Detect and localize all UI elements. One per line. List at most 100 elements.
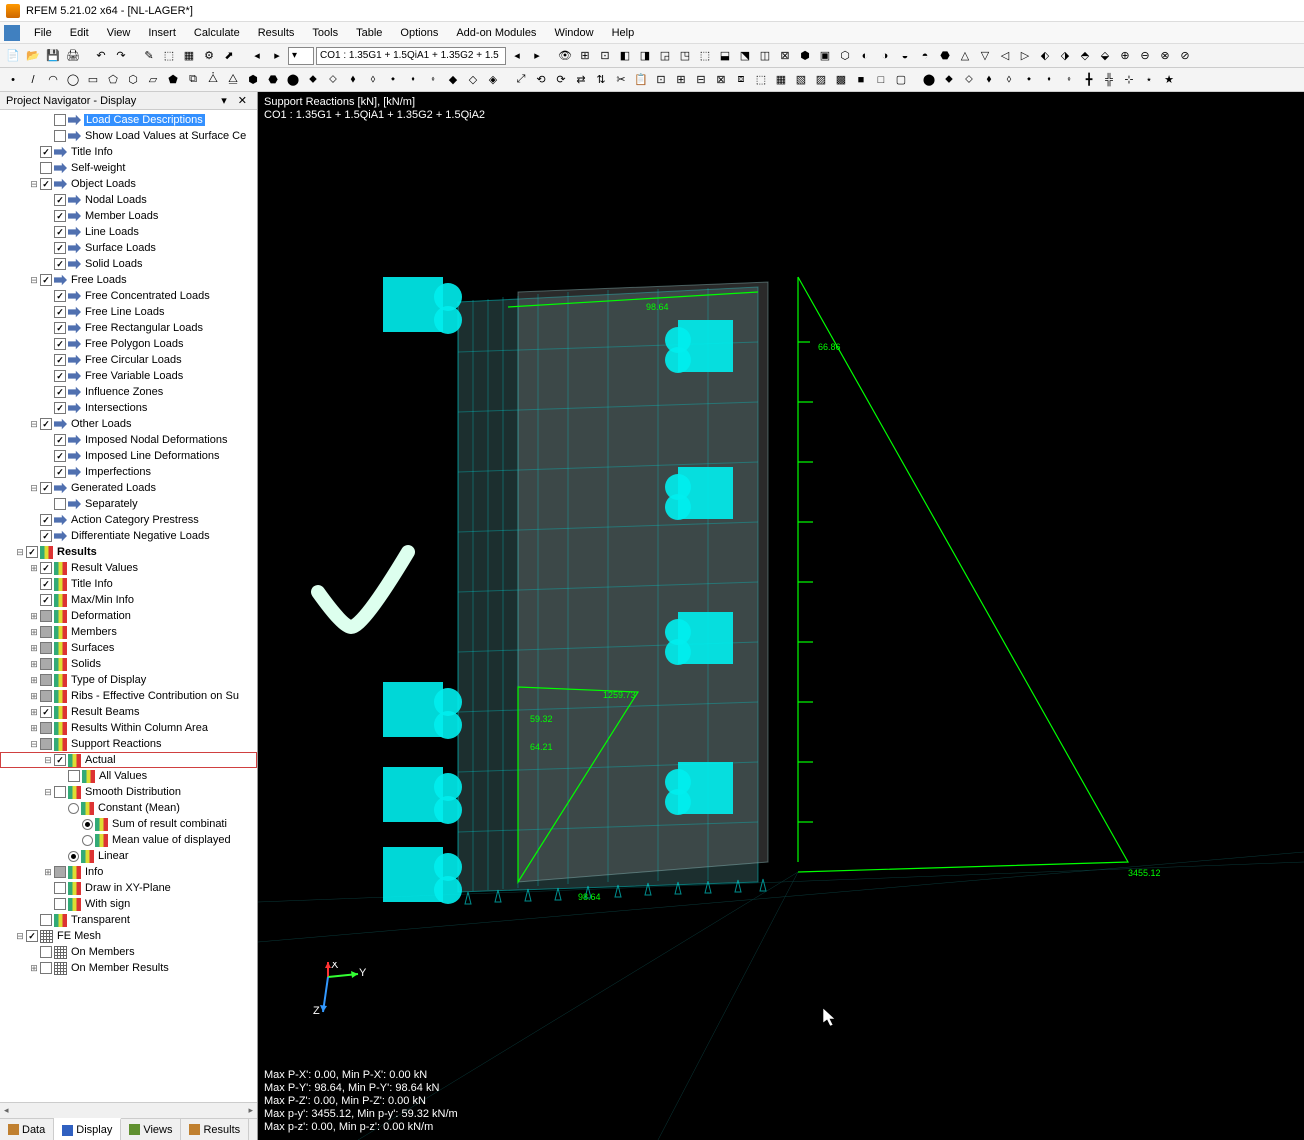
tb-view-icon[interactable]: ▷	[1016, 47, 1034, 65]
menu-tools[interactable]: Tools	[304, 25, 346, 41]
tree-checkbox[interactable]	[40, 914, 52, 926]
tree-row[interactable]: ⊞Type of Display	[0, 672, 257, 688]
tree-expander-icon[interactable]: ⊞	[28, 611, 40, 622]
tb-view-icon[interactable]: ⊖	[1136, 47, 1154, 65]
tree-checkbox[interactable]	[54, 258, 66, 270]
tb-view-icon[interactable]: ⬢	[796, 47, 814, 65]
tree-row[interactable]: ⊞Results Within Column Area	[0, 720, 257, 736]
menu-calculate[interactable]: Calculate	[186, 25, 248, 41]
menu-results[interactable]: Results	[250, 25, 303, 41]
tree-expander-icon[interactable]: ⊞	[28, 563, 40, 574]
menu-table[interactable]: Table	[348, 25, 390, 41]
tb-xform-icon[interactable]: ▧	[792, 71, 810, 89]
tb-xform-icon[interactable]: ■	[852, 71, 870, 89]
tree-checkbox[interactable]	[54, 306, 66, 318]
tree-row[interactable]: ⊞Info	[0, 864, 257, 880]
tb-view-icon[interactable]: ◳	[676, 47, 694, 65]
tree-row[interactable]: Differentiate Negative Loads	[0, 528, 257, 544]
tree-checkbox[interactable]	[54, 322, 66, 334]
tree-row[interactable]: ⊞Deformation	[0, 608, 257, 624]
tb-view-icon[interactable]: ⬘	[1076, 47, 1094, 65]
tb-save-icon[interactable]: 💾	[44, 47, 62, 65]
tb-xform-icon[interactable]: ⊠	[712, 71, 730, 89]
tb-draw-icon[interactable]: •	[4, 71, 22, 89]
tree-row[interactable]: ⊟Support Reactions	[0, 736, 257, 752]
tb-calc-icon[interactable]: ⚙	[200, 47, 218, 65]
tree-row[interactable]: ⊟Object Loads	[0, 176, 257, 192]
tree-checkbox[interactable]	[40, 674, 52, 686]
tb-xform-icon[interactable]: ▨	[812, 71, 830, 89]
tb-misc-icon[interactable]: ╋	[1080, 71, 1098, 89]
tree-expander-icon[interactable]: ⊟	[42, 755, 54, 766]
tree-expander-icon[interactable]: ⊟	[28, 275, 40, 286]
tree-row[interactable]: Title Info	[0, 576, 257, 592]
tb-xform-icon[interactable]: 📋	[632, 71, 650, 89]
tab-display[interactable]: Display	[54, 1118, 121, 1140]
tb-new-icon[interactable]: 📄	[4, 47, 22, 65]
navigator-tree[interactable]: Load Case DescriptionsShow Load Values a…	[0, 110, 257, 1102]
tree-checkbox[interactable]	[54, 130, 66, 142]
tb-xform-icon[interactable]: ⇅	[592, 71, 610, 89]
tree-checkbox[interactable]	[54, 898, 66, 910]
tree-checkbox[interactable]	[54, 402, 66, 414]
tree-radio[interactable]	[82, 835, 93, 846]
tree-row[interactable]: ⊟Other Loads	[0, 416, 257, 432]
tb-view-icon[interactable]: ◑	[876, 47, 894, 65]
tb-draw-icon[interactable]: ⬦	[324, 71, 342, 89]
tree-row[interactable]: Constant (Mean)	[0, 800, 257, 816]
tb-xform-icon[interactable]: ▦	[772, 71, 790, 89]
tree-row[interactable]: On Members	[0, 944, 257, 960]
tb-view-icon[interactable]: ⊞	[576, 47, 594, 65]
tree-row[interactable]: Separately	[0, 496, 257, 512]
tree-row[interactable]: ⊞Result Values	[0, 560, 257, 576]
tb-view-icon[interactable]: ◁	[996, 47, 1014, 65]
tree-row[interactable]: ⊟Smooth Distribution	[0, 784, 257, 800]
tree-checkbox[interactable]	[40, 626, 52, 638]
tree-radio[interactable]	[68, 803, 79, 814]
menu-view[interactable]: View	[99, 25, 139, 41]
tb-misc-icon[interactable]: ⬦	[960, 71, 978, 89]
tb-xform-icon[interactable]: ⊟	[692, 71, 710, 89]
tree-checkbox[interactable]	[26, 930, 38, 942]
tb-misc-icon[interactable]: ⊹	[1120, 71, 1138, 89]
tb-view-icon[interactable]: ⬣	[936, 47, 954, 65]
tb-view-icon[interactable]: ⬡	[836, 47, 854, 65]
tb-draw-icon[interactable]: ⬥	[304, 71, 322, 89]
tab-data[interactable]: Data	[0, 1119, 54, 1140]
menu-corner-icon[interactable]	[4, 25, 20, 41]
tb-redo-icon[interactable]: ↷	[112, 47, 130, 65]
tree-row[interactable]: Free Concentrated Loads	[0, 288, 257, 304]
tree-radio[interactable]	[68, 851, 79, 862]
tb-view-icon[interactable]: ◐	[856, 47, 874, 65]
tree-expander-icon[interactable]: ⊟	[28, 179, 40, 190]
tree-checkbox[interactable]	[54, 434, 66, 446]
tb-view-icon[interactable]: ◒	[896, 47, 914, 65]
tb-draw-icon[interactable]: ◆	[444, 71, 462, 89]
tb-draw-icon[interactable]: ◯	[64, 71, 82, 89]
tb-draw-icon[interactable]: ⬧	[344, 71, 362, 89]
tree-checkbox[interactable]	[54, 882, 66, 894]
tree-expander-icon[interactable]: ⊞	[28, 707, 40, 718]
tab-results[interactable]: Results	[181, 1119, 249, 1140]
tree-checkbox[interactable]	[40, 562, 52, 574]
tb-draw-icon[interactable]: ⬨	[364, 71, 382, 89]
tree-expander-icon[interactable]: ⊞	[28, 723, 40, 734]
tree-row[interactable]: Free Rectangular Loads	[0, 320, 257, 336]
tree-checkbox[interactable]	[54, 370, 66, 382]
hscroll-left-icon[interactable]: ◂	[0, 1105, 13, 1116]
tree-checkbox[interactable]	[54, 786, 66, 798]
tb-tool-icon[interactable]: ✎	[140, 47, 158, 65]
tb-view-icon[interactable]: △	[956, 47, 974, 65]
tb-draw-icon[interactable]: ⬡	[124, 71, 142, 89]
tree-row[interactable]: ⊞Solids	[0, 656, 257, 672]
tree-row[interactable]: Surface Loads	[0, 240, 257, 256]
tb-draw-icon[interactable]: ⬩	[384, 71, 402, 89]
tree-row[interactable]: Linear	[0, 848, 257, 864]
tree-expander-icon[interactable]: ⊞	[28, 643, 40, 654]
tree-row[interactable]: Title Info	[0, 144, 257, 160]
tb-misc-icon[interactable]: ⋆	[1140, 71, 1158, 89]
tb-view-icon[interactable]: ⬖	[1036, 47, 1054, 65]
tree-row[interactable]: ⊟Free Loads	[0, 272, 257, 288]
tree-row[interactable]: ⊟Generated Loads	[0, 480, 257, 496]
tree-row[interactable]: Free Line Loads	[0, 304, 257, 320]
